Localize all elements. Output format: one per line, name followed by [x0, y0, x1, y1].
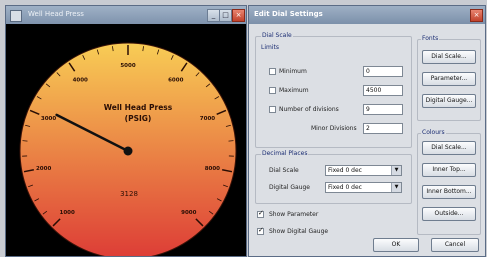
gauge-window-title: Well Head Press [28, 10, 84, 18]
colour-outside-button[interactable]: Outside... [422, 207, 476, 221]
show-digital-gauge-checkbox[interactable] [257, 226, 264, 235]
decimal-dial-scale-value: Fixed 0 dec [328, 167, 362, 174]
number-of-divisions-checkbox[interactable] [269, 106, 276, 113]
dial-scale-label: 3000 [41, 116, 56, 122]
decimal-digital-gauge-select[interactable]: Fixed 0 dec ▼ [325, 182, 402, 193]
dialog-title-bar[interactable]: Edit Dial Settings × [249, 6, 485, 24]
maximize-button[interactable]: □ [219, 9, 232, 22]
dial-scale-label: 4000 [73, 77, 88, 83]
dialog-title: Edit Dial Settings [254, 10, 323, 18]
decimal-digital-gauge-label: Digital Gauge [269, 184, 310, 191]
minimum-checkbox[interactable] [269, 68, 276, 75]
chevron-down-icon[interactable]: ▼ [391, 166, 401, 175]
number-of-divisions-input[interactable]: 9 [363, 104, 403, 115]
colour-inner-top-button[interactable]: Inner Top... [422, 163, 476, 177]
maximum-label: Maximum [279, 87, 309, 94]
dial-gauge: 1000 2000 3000 4000 5000 6000 7000 8000 9000 Wel… [19, 42, 237, 256]
dial-scale-label: 5000 [120, 63, 135, 69]
fonts-legend: Fonts [421, 35, 440, 42]
gauge-window: Well Head Press _ □ × 1000 2000 3000 4000 50… [5, 5, 247, 257]
dialog-close-button[interactable]: × [470, 9, 483, 22]
decimal-dial-scale-label: Dial Scale [269, 167, 299, 174]
number-of-divisions-label: Number of divisions [279, 106, 339, 113]
cancel-button[interactable]: Cancel [431, 238, 479, 252]
gauge-title-bar[interactable]: Well Head Press _ □ × [6, 6, 246, 24]
show-parameter-checkbox[interactable] [257, 209, 264, 218]
gauge-parameter-unit: (PSIG) [125, 114, 152, 123]
dial-scale-group-legend: Dial Scale [261, 32, 293, 39]
font-parameter-button[interactable]: Parameter... [422, 72, 476, 86]
needle-hub [123, 146, 133, 156]
decimal-digital-gauge-value: Fixed 0 dec [328, 184, 362, 191]
dial-scale-label: 2000 [36, 166, 51, 172]
decimal-places-group [255, 154, 412, 204]
minimum-input[interactable]: 0 [363, 66, 403, 77]
minimum-label: Minimum [279, 68, 307, 75]
dial-scale-label: 7000 [200, 116, 215, 122]
edit-dial-settings-dialog: Edit Dial Settings × Dial Scale Limits M… [248, 5, 486, 257]
minor-divisions-label: Minor Divisions [311, 125, 357, 132]
ok-button[interactable]: OK [373, 238, 419, 252]
minor-divisions-input[interactable]: 2 [363, 123, 403, 134]
close-button[interactable]: × [232, 9, 245, 22]
colour-inner-bottom-button[interactable]: Inner Bottom... [422, 185, 476, 199]
maximum-checkbox[interactable] [269, 87, 276, 94]
dial-scale-label: 8000 [205, 166, 220, 172]
colours-legend: Colours [421, 129, 446, 136]
dial-scale-label: 6000 [168, 77, 183, 83]
chevron-down-icon[interactable]: ▼ [391, 183, 401, 192]
digital-gauge-readout: 3128 [120, 190, 138, 198]
font-digital-gauge-button[interactable]: Digital Gauge... [422, 94, 476, 108]
maximum-input[interactable]: 4500 [363, 85, 403, 96]
show-parameter-label: Show Parameter [269, 211, 319, 218]
dial-scale-label: 1000 [60, 210, 75, 216]
font-dial-scale-button[interactable]: Dial Scale... [422, 50, 476, 64]
decimal-dial-scale-select[interactable]: Fixed 0 dec ▼ [325, 165, 402, 176]
show-digital-gauge-label: Show Digital Gauge [269, 228, 329, 235]
dial-scale-label: 9000 [181, 210, 196, 216]
app-icon [10, 10, 22, 22]
colour-dial-scale-button[interactable]: Dial Scale... [422, 141, 476, 155]
limits-label: Limits [261, 44, 279, 51]
decimal-places-legend: Decimal Places [261, 150, 309, 157]
gauge-parameter-title: Well Head Press [104, 103, 173, 112]
